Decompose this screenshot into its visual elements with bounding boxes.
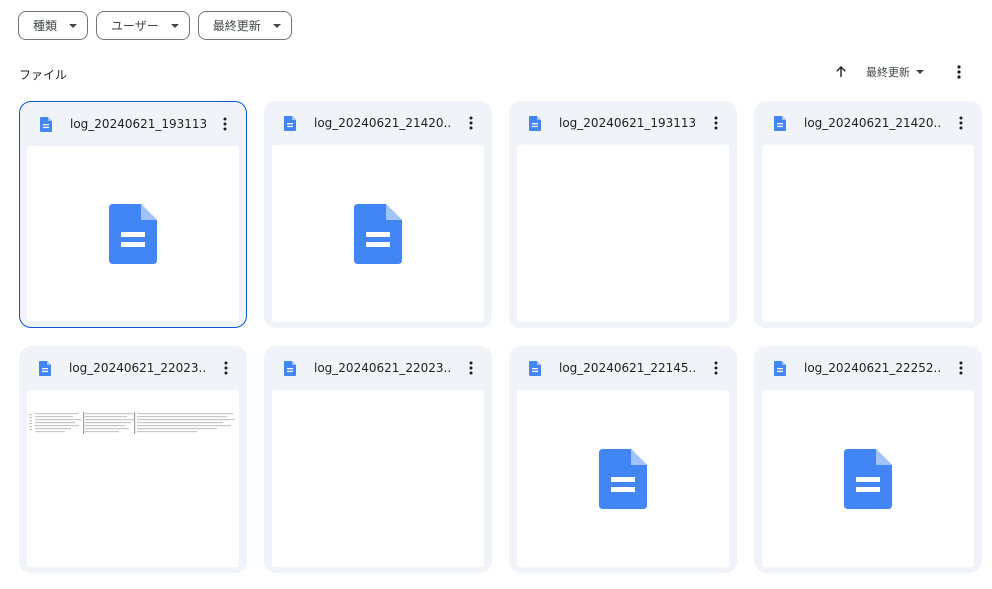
file-card[interactable]: log_20240621_22145... — [509, 346, 737, 573]
file-thumbnail — [762, 390, 974, 567]
file-more-button[interactable] — [217, 358, 235, 378]
more-vert-icon — [469, 361, 473, 375]
filter-modified-chip[interactable]: 最終更新 — [197, 11, 292, 40]
file-more-button[interactable] — [952, 358, 970, 378]
file-more-button[interactable] — [462, 358, 480, 378]
view-options-button[interactable] — [948, 61, 970, 83]
file-name: log_20240621_22145... — [559, 361, 695, 375]
file-thumbnail — [272, 145, 484, 322]
file-card[interactable]: log_20240621_21420... — [264, 101, 492, 328]
sort-direction-button[interactable] — [830, 61, 852, 83]
file-card[interactable]: log_20240621_193113... — [19, 101, 247, 328]
file-more-button[interactable] — [216, 114, 234, 134]
doc-icon — [109, 203, 157, 264]
file-card-header: log_20240621_22023... — [264, 346, 492, 390]
file-card-header: log_20240621_193113... — [509, 101, 737, 145]
file-card[interactable]: log_20240621_193113... — [509, 101, 737, 328]
filter-modified-label: 最終更新 — [212, 19, 261, 33]
doc-icon — [844, 448, 892, 509]
doc-icon — [39, 116, 53, 132]
file-name: log_20240621_22023... — [69, 361, 205, 375]
file-more-button[interactable] — [462, 113, 480, 133]
doc-icon — [528, 115, 542, 131]
chevron-down-icon — [272, 23, 281, 28]
chevron-down-icon — [170, 23, 179, 28]
file-card[interactable]: log_20240621_21420... — [754, 101, 982, 328]
file-more-button[interactable] — [707, 113, 725, 133]
file-name: log_20240621_193113... — [70, 117, 206, 131]
doc-icon — [354, 203, 402, 264]
file-card-header: log_20240621_21420... — [754, 101, 982, 145]
file-name: log_20240621_193113... — [559, 116, 695, 130]
more-vert-icon — [714, 116, 718, 130]
file-name: log_20240621_21420... — [314, 116, 450, 130]
doc-icon — [38, 360, 52, 376]
more-vert-icon — [959, 361, 963, 375]
filter-bar: 種類 ユーザー 最終更新 — [18, 11, 292, 40]
file-name: log_20240621_21420... — [804, 116, 940, 130]
file-card[interactable]: log_20240621_22023... — [264, 346, 492, 573]
file-thumbnail — [762, 145, 974, 322]
sort-field-button[interactable]: 最終更新 — [866, 64, 924, 80]
sort-bar: 最終更新 — [830, 61, 970, 83]
arrow-up-icon — [836, 66, 846, 77]
file-card-header: log_20240621_22145... — [509, 346, 737, 390]
sort-field-label: 最終更新 — [866, 66, 910, 79]
more-vert-icon — [469, 116, 473, 130]
text-preview-image — [29, 412, 235, 434]
more-vert-icon — [223, 117, 227, 131]
file-thumbnail — [517, 145, 729, 322]
file-card-header: log_20240621_22023... — [19, 346, 247, 390]
filter-user-label: ユーザー — [111, 19, 159, 33]
file-card-header: log_20240621_22252... — [754, 346, 982, 390]
doc-icon — [528, 360, 542, 376]
file-thumbnail — [272, 390, 484, 567]
file-more-button[interactable] — [707, 358, 725, 378]
doc-icon — [283, 360, 297, 376]
file-thumbnail — [517, 390, 729, 567]
doc-icon — [773, 360, 787, 376]
file-name: log_20240621_22023... — [314, 361, 450, 375]
filter-type-chip[interactable]: 種類 — [18, 11, 89, 40]
more-vert-icon — [714, 361, 718, 375]
file-card[interactable]: log_20240621_22252... — [754, 346, 982, 573]
file-thumbnail — [27, 390, 239, 567]
more-vert-icon — [959, 116, 963, 130]
chevron-down-icon — [69, 23, 78, 28]
file-thumbnail — [27, 146, 239, 321]
file-name: log_20240621_22252... — [804, 361, 940, 375]
more-vert-icon — [224, 361, 228, 375]
doc-icon — [773, 115, 787, 131]
doc-icon — [283, 115, 297, 131]
chevron-down-icon — [916, 70, 924, 74]
doc-icon — [599, 448, 647, 509]
filter-type-label: 種類 — [33, 19, 58, 33]
file-card-header: log_20240621_193113... — [20, 102, 246, 146]
more-vert-icon — [957, 65, 961, 79]
file-grid: log_20240621_193113... log_20240621_2142… — [19, 101, 982, 573]
file-more-button[interactable] — [952, 113, 970, 133]
file-card[interactable]: log_20240621_22023... — [19, 346, 247, 573]
file-card-header: log_20240621_21420... — [264, 101, 492, 145]
filter-user-chip[interactable]: ユーザー — [96, 11, 190, 40]
section-title: ファイル — [19, 68, 68, 82]
